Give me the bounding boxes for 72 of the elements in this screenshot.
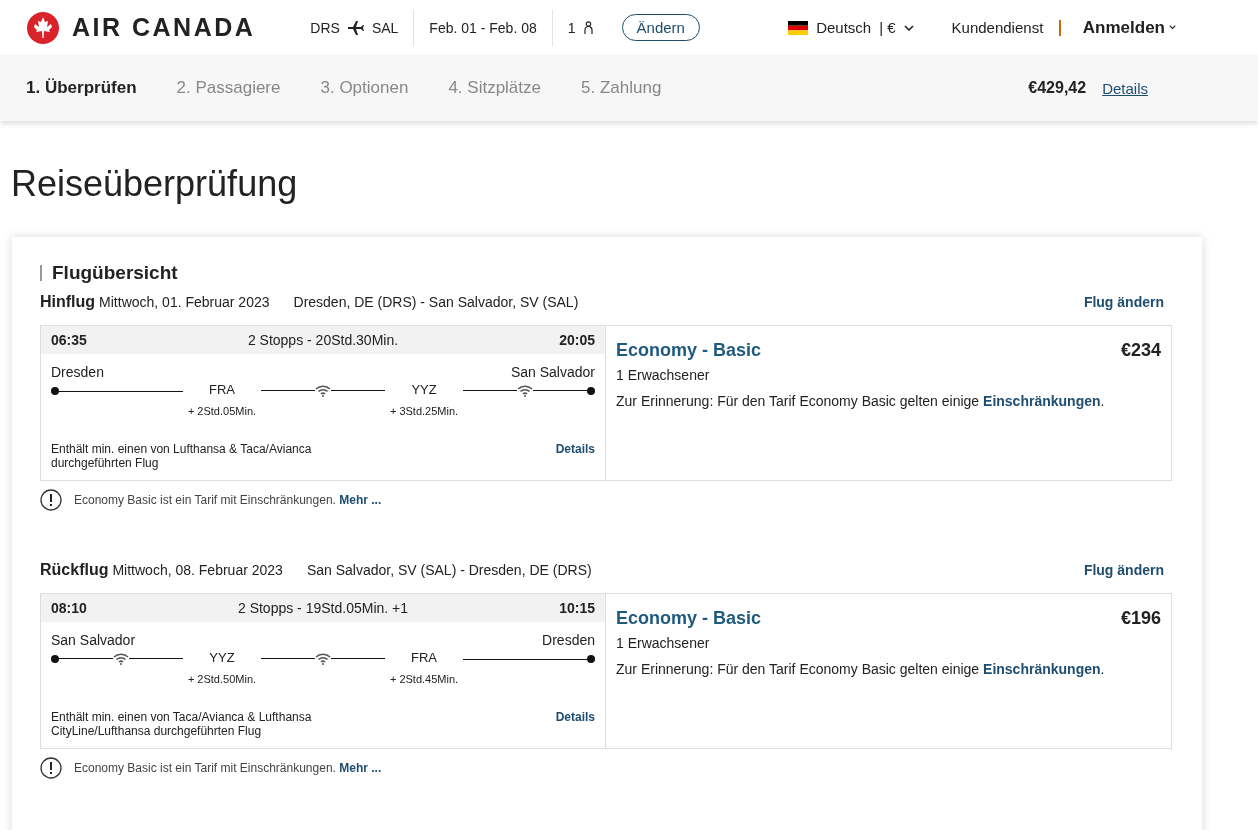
stop-code: YYZ <box>411 382 437 397</box>
origin-code: DRS <box>310 19 340 36</box>
fare-reminder: Zur Erinnerung: Für den Tarif Economy Basic gelten einige Einschränkungen. <box>616 393 1106 409</box>
maple-leaf-logo <box>26 10 60 45</box>
section-title: Flugübersicht <box>40 265 1172 281</box>
fare-price: €196 <box>1120 608 1161 629</box>
layover-duration: + 2Std.05Min. <box>187 405 257 417</box>
flight-summary: 2 Stopps - 20Std.30Min. <box>247 332 399 348</box>
fare-name: Economy - Basic <box>616 608 762 629</box>
passenger-count: 1 <box>567 19 576 36</box>
language-selector[interactable]: Deutsch | € <box>782 18 920 37</box>
chevron-down-icon <box>1169 25 1176 30</box>
change-button[interactable]: Ändern <box>621 14 700 41</box>
route-dot <box>587 655 595 663</box>
details-link[interactable]: Details <box>555 710 595 724</box>
fare-price: €234 <box>1120 340 1161 361</box>
destination-code: SAL <box>371 19 399 36</box>
total-price: €429,42 <box>1028 79 1087 97</box>
alert-icon <box>40 757 62 779</box>
fare-name: Economy - Basic <box>616 340 762 361</box>
restrictions-link[interactable]: Einschränkungen <box>983 661 1101 677</box>
details-link[interactable]: Details <box>1102 79 1148 97</box>
flight-direction: Rückflug <box>40 561 109 579</box>
login-button[interactable]: Anmelden <box>1076 16 1182 39</box>
flight-route: San Salvador, SV (SAL) - Dresden, DE (DRS) <box>306 562 592 578</box>
brand-name: AIR CANADA <box>72 13 256 42</box>
flag-icon <box>788 20 809 35</box>
layover-duration: + 2Std.45Min. <box>389 673 459 685</box>
stop-code: FRA <box>411 650 438 665</box>
change-flight-link[interactable]: Flug ändern <box>1083 294 1164 310</box>
traveller-count: 1 Erwachsener <box>616 635 711 651</box>
restrictions-link[interactable]: Einschränkungen <box>983 393 1101 409</box>
flight-summary: 2 Stopps - 19Std.05Min. +1 <box>237 600 409 616</box>
wifi-icon <box>517 384 534 397</box>
route-dot <box>51 387 59 395</box>
destination-city: Dresden <box>542 632 595 648</box>
operator-note: Enthält min. einen von Lufthansa & Taca/Avianca durchgeführten Flug <box>51 442 313 470</box>
flight-direction: Hinflug <box>40 293 96 311</box>
arrival-time: 20:05 <box>559 332 595 348</box>
arrival-time: 10:15 <box>559 600 595 616</box>
stop-code: FRA <box>208 382 235 397</box>
departure-time: 08:10 <box>51 600 87 616</box>
wifi-icon <box>315 652 331 665</box>
airplane-icon <box>347 20 364 35</box>
flight-date: Mittwoch, 01. Februar 2023 <box>99 294 270 310</box>
flight-route: Dresden, DE (DRS) - San Salvador, SV (SAL) <box>293 294 579 310</box>
more-link[interactable]: Mehr ... <box>339 493 382 507</box>
traveller-count: 1 Erwachsener <box>616 367 711 383</box>
chevron-down-icon <box>903 24 914 31</box>
stop-code: YYZ <box>209 650 235 665</box>
person-icon <box>583 21 593 34</box>
details-link[interactable]: Details <box>555 442 595 456</box>
layover-duration: + 2Std.50Min. <box>187 673 257 685</box>
change-flight-link[interactable]: Flug ändern <box>1083 562 1164 578</box>
destination-city: San Salvador <box>510 364 595 380</box>
operator-note: Enthält min. einen von Taca/Avianca & Lufthansa CityLine/Lufthansa durchgeführten Flug <box>51 710 313 738</box>
support-link[interactable]: Kundendienst <box>951 19 1044 36</box>
page-title: Reiseüberprüfung <box>11 163 299 205</box>
alert-icon <box>40 489 62 511</box>
wifi-icon <box>315 384 331 397</box>
fare-notice: Economy Basic ist ein Tarif mit Einschränkungen. Mehr ... <box>74 761 382 775</box>
origin-city: San Salvador <box>51 632 136 648</box>
fare-reminder: Zur Erinnerung: Für den Tarif Economy Basic gelten einige Einschränkungen. <box>616 661 1106 677</box>
layover-duration: + 3Std.25Min. <box>389 405 459 417</box>
flight-date: Mittwoch, 08. Februar 2023 <box>112 562 283 578</box>
more-link[interactable]: Mehr ... <box>339 761 382 775</box>
fare-notice: Economy Basic ist ein Tarif mit Einschränkungen. Mehr ... <box>74 493 382 507</box>
progress-step[interactable]: 1. Überprüfen <box>26 78 137 98</box>
departure-time: 06:35 <box>51 332 87 348</box>
wifi-icon <box>112 652 129 665</box>
trip-dates: Feb. 01 - Feb. 08 <box>429 19 537 36</box>
origin-city: Dresden <box>51 364 104 380</box>
